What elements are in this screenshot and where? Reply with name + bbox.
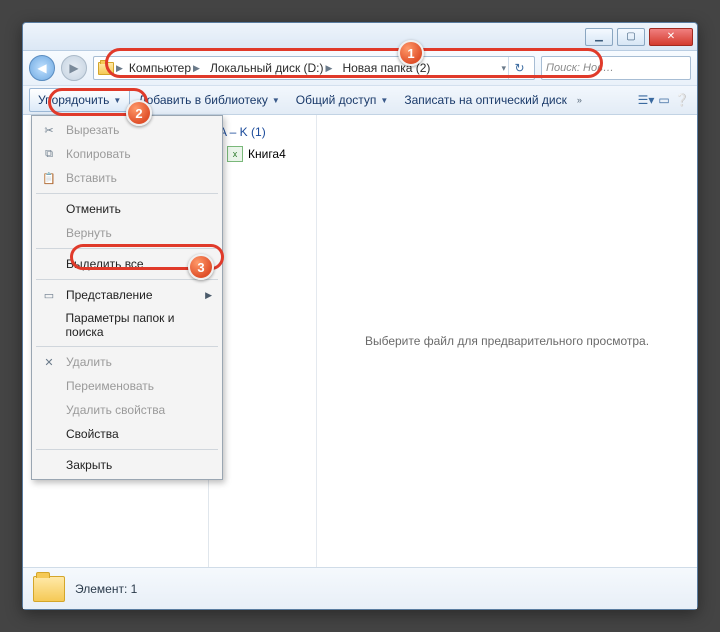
paste-icon: 📋 [40, 170, 58, 186]
file-name: Книга4 [248, 147, 286, 161]
menu-separator [36, 449, 218, 450]
menu-redo[interactable]: Вернуть [34, 221, 220, 245]
close-window-button[interactable]: ✕ [649, 28, 693, 46]
cut-icon: ✂ [40, 122, 58, 138]
address-bar[interactable]: ▶ Компьютер ▶ Локальный диск (D:) ▶ Нова… [93, 56, 535, 80]
maximize-button[interactable]: ▢ [617, 28, 645, 46]
status-bar: Элемент: 1 [23, 567, 697, 609]
organize-button[interactable]: Упорядочить ▼ [29, 88, 130, 112]
menu-separator [36, 248, 218, 249]
menu-separator [36, 279, 218, 280]
breadcrumb-item-drive[interactable]: Локальный диск (D:) ▶ [206, 57, 336, 79]
menu-remove-props[interactable]: Удалить свойства [34, 398, 220, 422]
status-text: Элемент: 1 [75, 582, 137, 596]
refresh-button[interactable]: ↻ [508, 57, 530, 79]
menu-cut[interactable]: ✂Вырезать [34, 118, 220, 142]
chevron-right-icon: ▶ [326, 63, 333, 74]
add-to-library-button[interactable]: Добавить в библиотеку ▼ [130, 89, 287, 111]
menu-properties[interactable]: Свойства [34, 422, 220, 446]
preview-pane-button[interactable]: ▭ [655, 92, 673, 108]
folder-icon [98, 62, 114, 75]
chevron-right-icon: ▶ [205, 290, 212, 301]
menu-undo[interactable]: Отменить [34, 197, 220, 221]
titlebar: ▁ ▢ ✕ [23, 23, 697, 51]
menu-close[interactable]: Закрыть [34, 453, 220, 477]
layout-icon: ▭ [40, 287, 58, 303]
help-button[interactable]: ❔ [673, 92, 691, 108]
address-dropdown-icon[interactable]: ▾ [501, 63, 506, 74]
group-header[interactable]: A – K (1) [213, 121, 312, 143]
chevron-right-icon: ▶ [116, 63, 123, 74]
share-button[interactable]: Общий доступ ▼ [288, 89, 397, 111]
preview-pane: Выберите файл для предварительного просм… [317, 115, 697, 567]
excel-file-icon: x [227, 146, 243, 162]
breadcrumb-label: Компьютер [129, 61, 191, 75]
menu-layout[interactable]: ▭Представление▶ [34, 283, 220, 307]
menu-paste[interactable]: 📋Вставить [34, 166, 220, 190]
organize-label: Упорядочить [38, 93, 109, 107]
preview-text: Выберите файл для предварительного просм… [365, 334, 649, 348]
annotation-badge-1: 1 [398, 40, 424, 66]
chevron-down-icon: ▼ [113, 96, 121, 105]
menu-separator [36, 346, 218, 347]
body: ✂Вырезать ⧉Копировать 📋Вставить Отменить… [23, 115, 697, 567]
annotation-badge-3: 3 [188, 254, 214, 280]
forward-button[interactable]: ▶ [61, 55, 87, 81]
chevron-down-icon: ▼ [272, 96, 280, 105]
minimize-button[interactable]: ▁ [585, 28, 613, 46]
delete-icon: ✕ [40, 354, 58, 370]
copy-icon: ⧉ [40, 146, 58, 162]
chevron-down-icon: ▼ [380, 96, 388, 105]
organize-menu: ✂Вырезать ⧉Копировать 📋Вставить Отменить… [31, 115, 223, 480]
search-placeholder: Поиск: Нов… [546, 62, 614, 74]
overflow-chevron-icon[interactable]: » [577, 95, 582, 105]
file-list[interactable]: A – K (1) x Книга4 [209, 115, 317, 567]
annotation-badge-2: 2 [126, 100, 152, 126]
burn-label: Записать на оптический диск [404, 93, 567, 107]
menu-folder-options[interactable]: Параметры папок и поиска [34, 307, 220, 343]
explorer-window: ▁ ▢ ✕ ◀ ▶ ▶ Компьютер ▶ Локальный диск (… [22, 22, 698, 610]
nav-bar: ◀ ▶ ▶ Компьютер ▶ Локальный диск (D:) ▶ … [23, 51, 697, 85]
folder-icon [33, 576, 65, 602]
search-input[interactable]: Поиск: Нов… [541, 56, 691, 80]
back-button[interactable]: ◀ [29, 55, 55, 81]
menu-delete[interactable]: ✕Удалить [34, 350, 220, 374]
library-label: Добавить в библиотеку [138, 93, 268, 107]
menu-copy[interactable]: ⧉Копировать [34, 142, 220, 166]
breadcrumb-item-computer[interactable]: Компьютер ▶ [125, 57, 204, 79]
content-area: A – K (1) x Книга4 Выберите файл для пре… [209, 115, 697, 567]
breadcrumb-label: Локальный диск (D:) [210, 61, 324, 75]
view-options-button[interactable]: ☰▾ [637, 92, 655, 108]
menu-rename[interactable]: Переименовать [34, 374, 220, 398]
burn-button[interactable]: Записать на оптический диск [396, 89, 575, 111]
file-item[interactable]: x Книга4 [213, 143, 312, 165]
menu-separator [36, 193, 218, 194]
share-label: Общий доступ [296, 93, 377, 107]
chevron-right-icon: ▶ [193, 63, 200, 74]
command-bar: Упорядочить ▼ Добавить в библиотеку ▼ Об… [23, 85, 697, 115]
